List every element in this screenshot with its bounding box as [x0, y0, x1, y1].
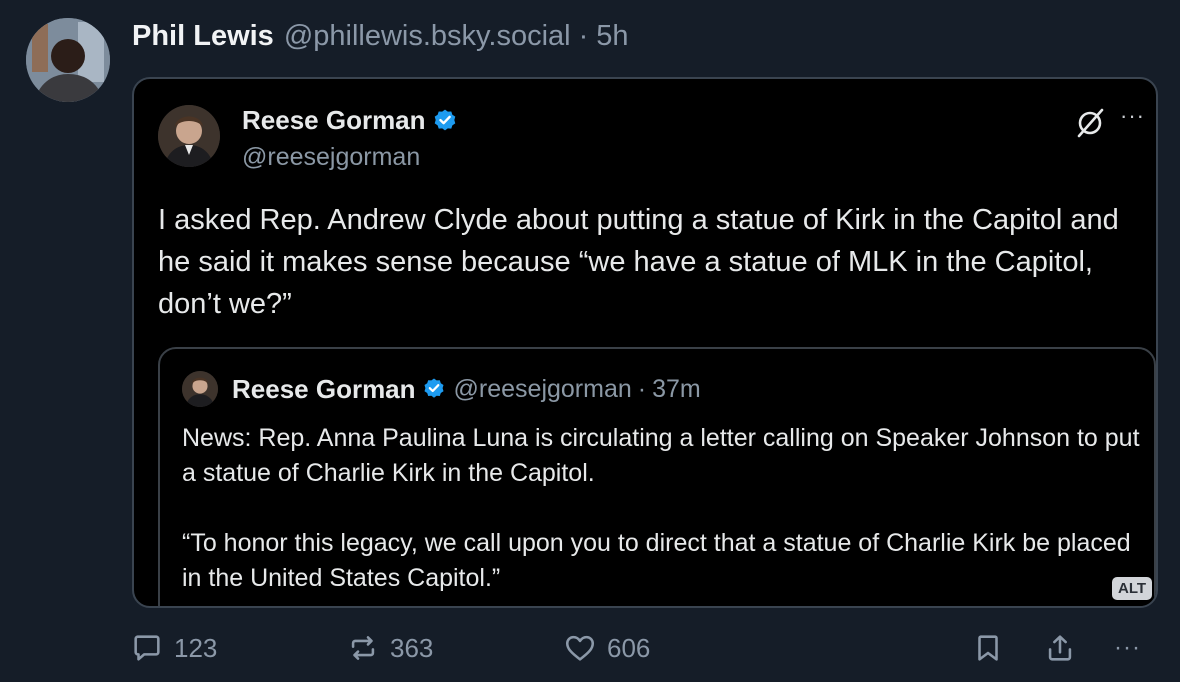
quoted-author-avatar: [182, 371, 218, 407]
quoted-paragraph: News: Rep. Anna Paulina Luna is circulat…: [182, 424, 1140, 487]
embedded-image[interactable]: Reese Gorman @reesejgorman ··· I asked R…: [132, 77, 1158, 608]
alt-text-badge[interactable]: ALT: [1112, 577, 1153, 600]
repost-icon: [351, 636, 375, 660]
more-options-button[interactable]: ···: [1114, 630, 1141, 666]
embed-more-icon: ···: [1120, 103, 1145, 128]
quoted-post-timestamp: 37m: [652, 374, 701, 403]
post-timestamp[interactable]: 5h: [596, 20, 628, 53]
bookmark-icon: [978, 635, 998, 661]
quoted-post-text: News: Rep. Anna Paulina Luna is circulat…: [182, 421, 1142, 596]
repost-count: 363: [390, 632, 434, 663]
reply-count: 123: [174, 632, 218, 663]
author-avatar[interactable]: [26, 18, 110, 102]
quoted-author-name: Reese Gorman: [232, 373, 416, 404]
verified-badge-icon: [422, 377, 446, 401]
bookmark-button[interactable]: [971, 630, 1005, 666]
repost-button[interactable]: 363: [346, 630, 433, 666]
author-handle[interactable]: @phillewis.bsky.social: [284, 20, 571, 53]
x-logo-icon: [1074, 107, 1106, 139]
embed-author-avatar: [158, 105, 220, 167]
verified-badge-icon: [432, 108, 458, 134]
quoted-post: Reese Gorman @reesejgorman · 37m News: R…: [158, 347, 1156, 606]
author-name[interactable]: Phil Lewis: [132, 20, 274, 53]
separator-dot: ·: [578, 19, 589, 52]
like-count: 606: [607, 632, 651, 663]
post-card: Phil Lewis @phillewis.bsky.social · 5h R…: [0, 0, 1180, 682]
embed-author-name: Reese Gorman: [242, 105, 426, 135]
more-icon: ···: [1114, 634, 1141, 661]
quoted-paragraph: “To honor this legacy, we call upon you …: [182, 529, 1131, 592]
heart-icon: [565, 635, 595, 661]
embed-author-handle: @reesejgorman: [242, 143, 421, 171]
embed-post-text: I asked Rep. Andrew Clyde about putting …: [158, 204, 1119, 320]
avatar-photo-icon: [26, 18, 110, 102]
share-button[interactable]: [1043, 630, 1077, 666]
separator-dot: ·: [637, 374, 647, 403]
share-icon: [1048, 635, 1072, 661]
post-actions: 123 363 606 ···: [0, 622, 1180, 674]
quoted-author-handle: @reesejgorman: [453, 374, 632, 403]
post-header: Phil Lewis @phillewis.bsky.social · 5h: [132, 18, 629, 54]
quoted-avatar-photo-icon: [182, 371, 218, 407]
quoted-post-header: Reese Gorman @reesejgorman · 37m: [182, 371, 701, 407]
embed-author-row: Reese Gorman: [242, 105, 458, 136]
reply-icon: [134, 635, 160, 661]
like-button[interactable]: 606: [563, 630, 650, 666]
reply-button[interactable]: 123: [130, 630, 217, 666]
embed-avatar-photo-icon: [158, 105, 220, 167]
